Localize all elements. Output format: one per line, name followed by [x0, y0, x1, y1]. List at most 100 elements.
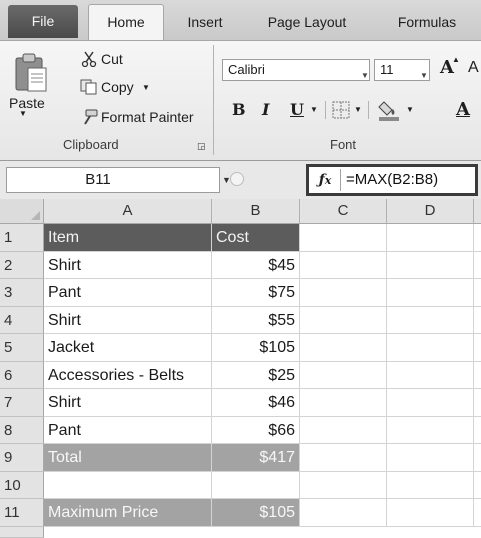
select-all-corner[interactable]	[0, 199, 44, 224]
cell-c11[interactable]	[300, 499, 387, 527]
cell-c7[interactable]	[300, 389, 387, 417]
fill-color-icon[interactable]	[378, 97, 402, 121]
italic-button[interactable]: I	[262, 97, 269, 123]
font-family-dropdown-icon[interactable]: ▼	[361, 66, 369, 86]
row-header[interactable]: 1	[0, 224, 44, 252]
row-header[interactable]: 5	[0, 334, 44, 362]
cell-d6[interactable]	[387, 361, 474, 389]
cell-d4[interactable]	[387, 306, 474, 334]
cell-e10[interactable]	[474, 472, 481, 499]
name-box[interactable]: B11	[6, 167, 220, 193]
cell-e6[interactable]	[474, 362, 481, 389]
formula-input[interactable]: =MAX(B2:B8)	[346, 168, 438, 192]
cell-b8[interactable]: $66	[212, 416, 300, 444]
font-color-button[interactable]: A	[456, 97, 470, 123]
cell-e5[interactable]	[474, 334, 481, 362]
borders-dropdown-icon[interactable]: ▼	[354, 97, 362, 123]
borders-icon[interactable]	[332, 101, 350, 119]
format-painter-button[interactable]: Format Painter	[101, 109, 194, 125]
cell-c1[interactable]	[300, 224, 387, 252]
bold-button[interactable]: B	[232, 97, 246, 123]
format-painter-icon[interactable]	[80, 109, 98, 125]
cell-a4[interactable]: Shirt	[44, 306, 212, 334]
cell-d8[interactable]	[387, 416, 474, 444]
cell-c2[interactable]	[300, 251, 387, 279]
row-header[interactable]: 11	[0, 499, 44, 527]
cut-button[interactable]: Cut	[101, 51, 123, 67]
shrink-font-button[interactable]: A	[468, 59, 479, 77]
cell-c3[interactable]	[300, 279, 387, 307]
cell-c4[interactable]	[300, 306, 387, 334]
cell-b1[interactable]: Cost	[212, 224, 300, 252]
cell-a7[interactable]: Shirt	[44, 389, 212, 417]
clipboard-launcher-icon[interactable]: ◲	[197, 141, 206, 152]
cell-a1[interactable]: Item	[44, 224, 212, 252]
cell-e2[interactable]	[474, 252, 481, 279]
insert-function-button[interactable]: ƒx	[310, 169, 341, 191]
tab-page-layout[interactable]: Page Layout	[243, 6, 371, 40]
column-header-e-partial[interactable]	[474, 199, 481, 224]
cell-e3[interactable]	[474, 279, 481, 307]
cell-c9[interactable]	[300, 444, 387, 472]
row-header[interactable]: 3	[0, 279, 44, 307]
cell-b5[interactable]: $105	[212, 334, 300, 362]
formula-cancel-icon[interactable]	[230, 172, 244, 186]
row-header[interactable]: 10	[0, 471, 44, 499]
cell-d5[interactable]	[387, 334, 474, 362]
cell-a2[interactable]: Shirt	[44, 251, 212, 279]
cell-d11[interactable]	[387, 499, 474, 527]
cell-e4[interactable]	[474, 307, 481, 334]
fill-color-dropdown-icon[interactable]: ▼	[406, 97, 414, 123]
cell-b6[interactable]: $25	[212, 361, 300, 389]
tab-formulas[interactable]: Formulas	[375, 6, 479, 40]
cell-b2[interactable]: $45	[212, 251, 300, 279]
cell-c5[interactable]	[300, 334, 387, 362]
cell-b10[interactable]	[212, 471, 300, 499]
font-size-select[interactable]: 11 ▼	[374, 59, 430, 81]
cell-e9[interactable]	[474, 444, 481, 472]
row-header[interactable]	[0, 526, 44, 538]
cell-a9[interactable]: Total	[44, 444, 212, 472]
cell-d9[interactable]	[387, 444, 474, 472]
cell-b11-selected[interactable]: $105	[212, 499, 300, 527]
row-header[interactable]: 4	[0, 306, 44, 334]
cell-c10[interactable]	[300, 471, 387, 499]
cell-d2[interactable]	[387, 251, 474, 279]
row-header[interactable]: 6	[0, 361, 44, 389]
cell-d3[interactable]	[387, 279, 474, 307]
cell-c6[interactable]	[300, 361, 387, 389]
column-header-a[interactable]: A	[44, 199, 212, 224]
cell-a10[interactable]	[44, 471, 212, 499]
column-header-b[interactable]: B	[212, 199, 300, 224]
cell-e8[interactable]	[474, 417, 481, 444]
cell-b4[interactable]: $55	[212, 306, 300, 334]
font-family-select[interactable]: Calibri ▼	[222, 59, 370, 81]
cell-e7[interactable]	[474, 389, 481, 417]
cell-a8[interactable]: Pant	[44, 416, 212, 444]
font-size-dropdown-icon[interactable]: ▼	[420, 66, 428, 86]
cell-c8[interactable]	[300, 416, 387, 444]
cell-d1[interactable]	[387, 224, 474, 252]
row-header[interactable]: 2	[0, 251, 44, 279]
row-header[interactable]: 9	[0, 444, 44, 472]
row-header[interactable]: 8	[0, 416, 44, 444]
underline-dropdown-icon[interactable]: ▼	[310, 97, 318, 123]
paste-dropdown-icon[interactable]: ▼	[19, 109, 27, 118]
cell-b7[interactable]: $46	[212, 389, 300, 417]
tab-file[interactable]: File	[8, 5, 78, 38]
cell-b9[interactable]: $417	[212, 444, 300, 472]
column-header-c[interactable]: C	[300, 199, 387, 224]
cell-d10[interactable]	[387, 471, 474, 499]
copy-dropdown-icon[interactable]: ▼	[142, 83, 150, 92]
cell-e11[interactable]	[474, 499, 481, 527]
cell-a3[interactable]: Pant	[44, 279, 212, 307]
cell-d7[interactable]	[387, 389, 474, 417]
scissors-icon[interactable]	[80, 51, 98, 67]
row-header[interactable]: 7	[0, 389, 44, 417]
cell-e1[interactable]	[474, 224, 481, 252]
copy-icon[interactable]	[80, 79, 98, 95]
cell-a5[interactable]: Jacket	[44, 334, 212, 362]
column-header-d[interactable]: D	[387, 199, 474, 224]
tab-home[interactable]: Home	[88, 4, 164, 40]
paste-icon[interactable]	[14, 53, 48, 93]
